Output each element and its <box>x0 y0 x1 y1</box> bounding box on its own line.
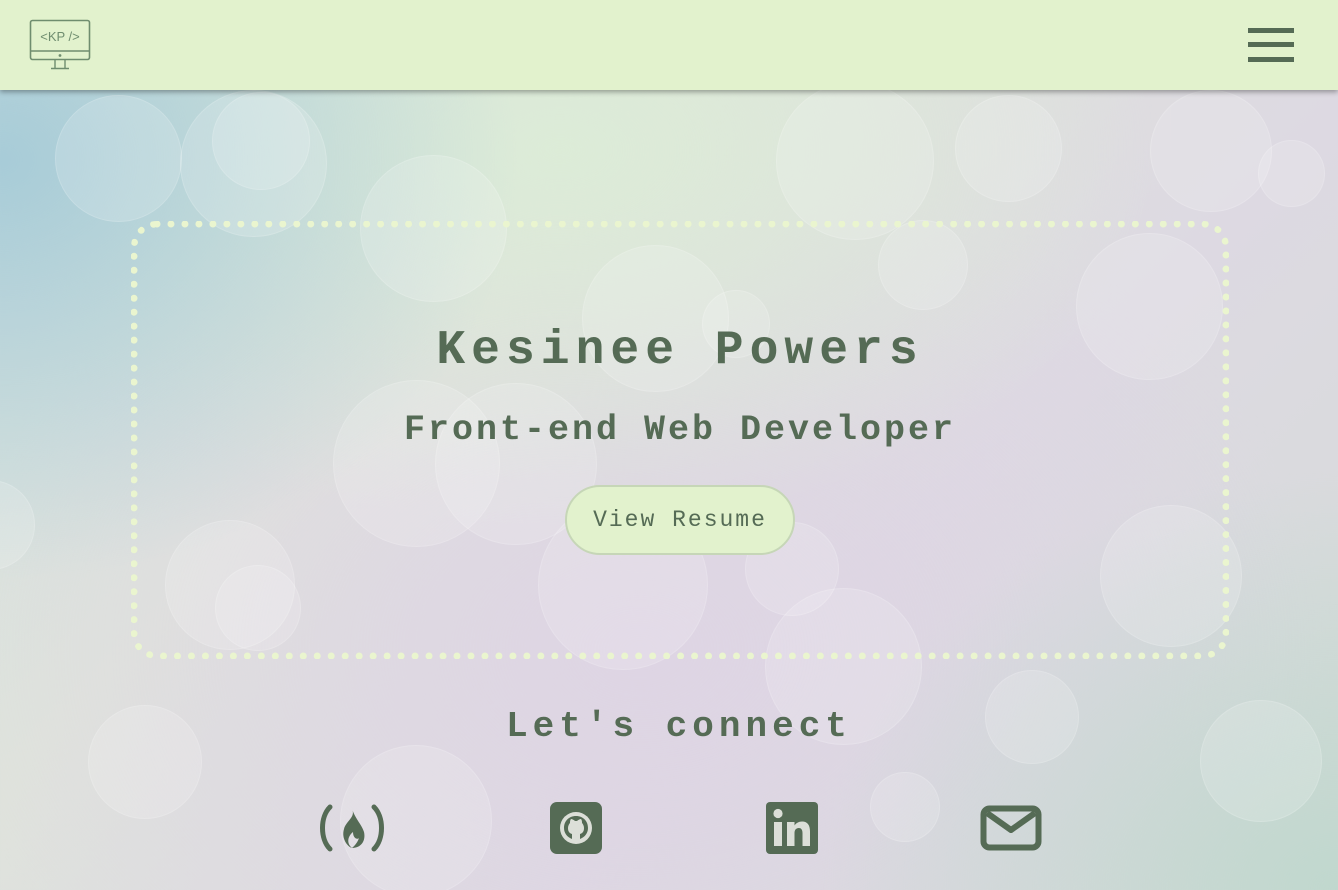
freecodecamp-icon[interactable] <box>316 798 388 858</box>
linkedin-icon[interactable] <box>766 798 818 858</box>
connect-title: Let's connect <box>506 706 852 747</box>
navbar: <KP /> <box>0 0 1338 90</box>
developer-name: Kesinee Powers <box>436 324 924 378</box>
hero-card: Kesinee Powers Front-end Web Developer V… <box>131 221 1229 659</box>
github-icon[interactable] <box>550 798 602 858</box>
developer-role: Front-end Web Developer <box>403 410 957 450</box>
hamburger-menu-icon[interactable] <box>1248 28 1294 62</box>
envelope-icon[interactable] <box>980 798 1042 858</box>
logo-text: <KP /> <box>40 29 80 44</box>
monitor-code-icon[interactable]: <KP /> <box>29 19 91 71</box>
view-resume-button[interactable]: View Resume <box>565 485 795 555</box>
